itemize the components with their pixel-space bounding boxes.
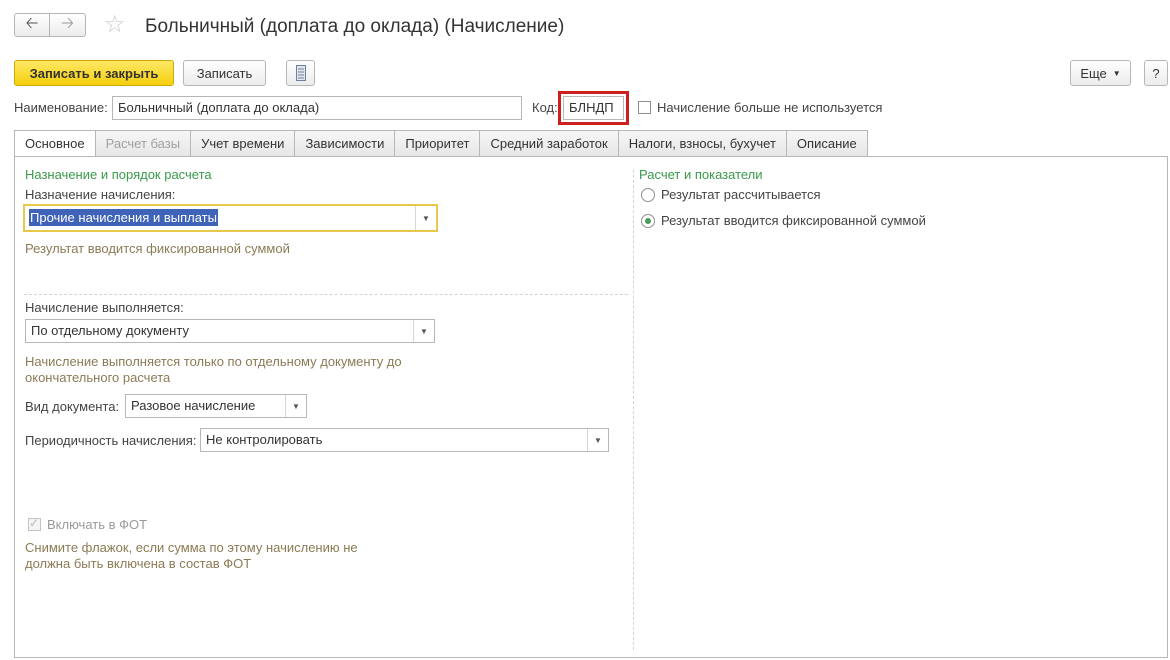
help-button[interactable]: ? xyxy=(1144,60,1168,86)
radio-result-calculated-label: Результат рассчитывается xyxy=(661,187,821,202)
doc-type-value: Разовое начисление xyxy=(131,398,256,413)
code-label: Код: xyxy=(532,100,558,115)
radio-result-calculated[interactable] xyxy=(641,188,655,202)
tab-base-calculation[interactable]: Расчет базы xyxy=(95,130,192,157)
tab-dependencies[interactable]: Зависимости xyxy=(295,130,396,157)
purpose-label: Назначение начисления: xyxy=(25,187,176,202)
chevron-down-icon: ▼ xyxy=(1112,68,1121,78)
arrow-right-icon: 🡢 xyxy=(61,14,74,32)
tab-bar: Основное Расчет базы Учет времени Зависи… xyxy=(14,130,868,157)
tab-taxes[interactable]: Налоги, взносы, бухучет xyxy=(618,130,787,157)
more-button[interactable]: Еще ▼ xyxy=(1070,60,1131,86)
doc-type-label: Вид документа: xyxy=(25,399,120,414)
more-label: Еще xyxy=(1080,65,1107,81)
arrow-left-icon: 🡠 xyxy=(25,14,39,32)
radio-result-fixed[interactable] xyxy=(641,214,655,228)
tab-description[interactable]: Описание xyxy=(786,130,868,157)
fot-label: Включать в ФОТ xyxy=(47,517,148,532)
performed-dropdown-arrow[interactable]: ▼ xyxy=(413,320,434,342)
chevron-down-icon: ▼ xyxy=(594,435,602,445)
forward-button[interactable]: 🡢 xyxy=(50,13,86,37)
section-divider xyxy=(24,294,628,295)
chevron-down-icon: ▼ xyxy=(292,401,300,411)
code-highlight-frame xyxy=(558,91,629,125)
right-section-title: Расчет и показатели xyxy=(639,167,763,182)
unused-label: Начисление больше не используется xyxy=(657,100,883,115)
purpose-hint: Результат вводится фиксированной суммой xyxy=(25,241,290,256)
unused-checkbox[interactable] xyxy=(638,101,651,114)
periodicity-label: Периодичность начисления: xyxy=(25,433,197,448)
star-icon[interactable]: ☆ xyxy=(104,12,126,38)
tab-average-earnings[interactable]: Средний заработок xyxy=(480,130,619,157)
periodicity-value: Не контролировать xyxy=(206,432,323,447)
performed-hint: Начисление выполняется только по отдельн… xyxy=(25,354,402,385)
name-label: Наименование: xyxy=(14,100,108,115)
save-and-close-button[interactable]: Записать и закрыть xyxy=(14,60,174,86)
fot-checkbox[interactable]: ✓ xyxy=(28,516,41,531)
chevron-down-icon: ▼ xyxy=(422,213,430,223)
report-button[interactable] xyxy=(286,60,315,86)
name-field[interactable]: Больничный (доплата до оклада) xyxy=(112,96,522,120)
periodicity-select[interactable]: Не контролировать ▼ xyxy=(200,428,609,452)
tab-priority[interactable]: Приоритет xyxy=(395,130,481,157)
checkmark-icon: ✓ xyxy=(29,516,40,530)
doc-type-select[interactable]: Разовое начисление ▼ xyxy=(125,394,307,418)
fot-hint: Снимите флажок, если сумма по этому начи… xyxy=(25,540,358,571)
save-button[interactable]: Записать xyxy=(183,60,266,86)
purpose-select[interactable]: Прочие начисления и выплаты ▼ xyxy=(23,204,438,232)
tab-main[interactable]: Основное xyxy=(14,130,96,157)
performed-value: По отдельному документу xyxy=(31,323,189,338)
window-title: Больничный (доплата до оклада) (Начислен… xyxy=(145,16,565,37)
tab-time-accounting[interactable]: Учет времени xyxy=(191,130,296,157)
left-section-title: Назначение и порядок расчета xyxy=(25,167,212,182)
performed-select[interactable]: По отдельному документу ▼ xyxy=(25,319,435,343)
back-button[interactable]: 🡠 xyxy=(14,13,50,37)
radio-result-fixed-label: Результат вводится фиксированной суммой xyxy=(661,213,926,228)
chevron-down-icon: ▼ xyxy=(420,326,428,336)
purpose-value: Прочие начисления и выплаты xyxy=(29,209,218,226)
document-list-icon xyxy=(295,65,306,81)
column-divider xyxy=(633,170,634,650)
periodicity-dropdown-arrow[interactable]: ▼ xyxy=(587,429,608,451)
doc-type-dropdown-arrow[interactable]: ▼ xyxy=(285,395,306,417)
performed-label: Начисление выполняется: xyxy=(25,300,184,315)
purpose-dropdown-arrow[interactable]: ▼ xyxy=(415,206,436,230)
